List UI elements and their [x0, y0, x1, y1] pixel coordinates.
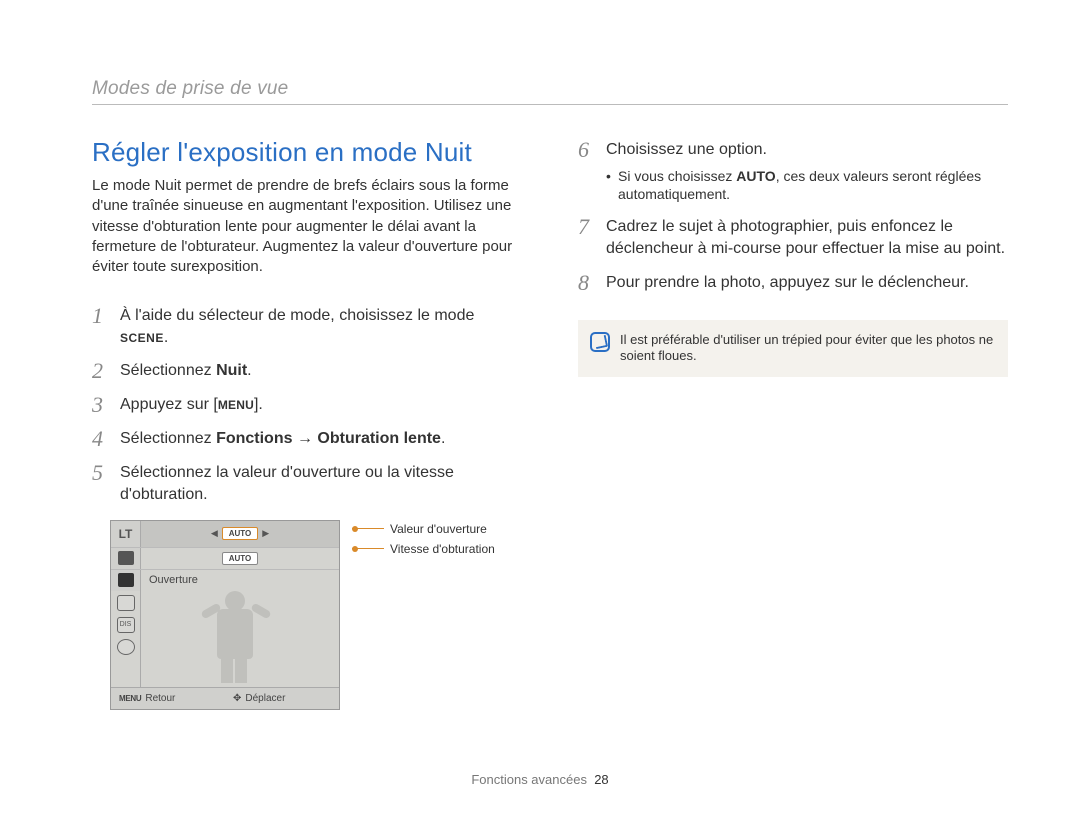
- scene-badge: SCENE: [120, 329, 164, 346]
- right-column: 6 Choisissez une option. Si vous choisis…: [578, 137, 1008, 710]
- intro-paragraph: Le mode Nuit permet de prendre de brefs …: [92, 176, 522, 277]
- camera-figure: LT ◀ AUTO ▶ AUTO Ouverture: [110, 520, 522, 710]
- step-8: 8 Pour prendre la photo, appuyez sur le …: [578, 270, 1008, 294]
- step-2: 2 Sélectionnez Nuit.: [92, 358, 522, 382]
- frame-icon: [117, 595, 135, 611]
- annotation-label: Vitesse d'obturation: [390, 542, 495, 556]
- step-number: 6: [578, 137, 596, 161]
- note-box: Il est préférable d'utiliser un trépied …: [578, 320, 1008, 378]
- page-number: 28: [594, 772, 608, 787]
- mode-icon: [118, 551, 134, 565]
- step-3: 3 Appuyez sur [MENU].: [92, 392, 522, 416]
- camera-body: DIS: [111, 591, 339, 687]
- chevron-left-icon: ◀: [211, 528, 218, 539]
- step-number: 4: [92, 426, 110, 450]
- steps-list-right: 6 Choisissez une option. Si vous choisis…: [578, 137, 1008, 294]
- content-columns: Régler l'exposition en mode Nuit Le mode…: [92, 137, 1008, 710]
- page-footer: Fonctions avancées 28: [0, 772, 1080, 787]
- camera-footer: MENU Retour ✥ Déplacer: [111, 687, 339, 709]
- camera-screen-illustration: LT ◀ AUTO ▶ AUTO Ouverture: [110, 520, 340, 710]
- breadcrumb: Modes de prise de vue: [92, 78, 1008, 100]
- step-6: 6 Choisissez une option. Si vous choisis…: [578, 137, 1008, 204]
- menu-badge: MENU: [218, 398, 254, 412]
- shutter-row: AUTO: [111, 547, 339, 569]
- annotation-aperture: Valeur d'ouverture: [352, 522, 495, 536]
- note-icon: [590, 332, 610, 352]
- annotation-shutter: Vitesse d'obturation: [352, 542, 495, 556]
- ouverture-row: Ouverture: [111, 569, 339, 591]
- leader-line: [352, 548, 384, 549]
- leader-line: [352, 528, 384, 529]
- lt-badge: LT: [111, 521, 141, 547]
- step-text: À l'aide du sélecteur de mode, choisisse…: [120, 303, 522, 348]
- aperture-selector: ◀ AUTO ▶: [141, 521, 339, 547]
- row-icon-cell: [111, 548, 141, 569]
- step-number: 2: [92, 358, 110, 382]
- step-text: Appuyez sur [MENU].: [120, 392, 263, 416]
- step-text: Sélectionnez Fonctions → Obturation lent…: [120, 426, 445, 450]
- footer-deplacer: ✥ Déplacer: [225, 693, 339, 704]
- step-number: 5: [92, 460, 110, 484]
- step-number: 7: [578, 214, 596, 238]
- shutter-auto: AUTO: [141, 552, 339, 564]
- step-6-sub-bullet: Si vous choisissez AUTO, ces deux valeur…: [606, 167, 1008, 205]
- camera-topbar: LT ◀ AUTO ▶: [111, 521, 339, 547]
- step-number: 8: [578, 270, 596, 294]
- person-silhouette: [201, 589, 271, 685]
- footer-section: Fonctions avancées: [471, 772, 587, 787]
- camera-icon-column: DIS: [111, 591, 141, 687]
- step-text: Sélectionnez la valeur d'ouverture ou la…: [120, 460, 522, 505]
- menu-mini-icon: MENU: [119, 694, 141, 703]
- page-header: Modes de prise de vue: [92, 78, 1008, 105]
- left-column: Régler l'exposition en mode Nuit Le mode…: [92, 137, 522, 710]
- step-5: 5 Sélectionnez la valeur d'ouverture ou …: [92, 460, 522, 505]
- annotation-label: Valeur d'ouverture: [390, 522, 487, 536]
- gear-icon: [117, 639, 135, 655]
- step-1: 1 À l'aide du sélecteur de mode, choisis…: [92, 303, 522, 348]
- footer-retour: MENU Retour: [111, 693, 225, 704]
- header-divider: [92, 104, 1008, 105]
- section-title: Régler l'exposition en mode Nuit: [92, 137, 522, 168]
- step-text: Sélectionnez Nuit.: [120, 358, 252, 382]
- retour-label: Retour: [145, 693, 175, 704]
- row-icon-cell: [111, 570, 141, 591]
- step-text: Choisissez une option. Si vous choisisse…: [606, 137, 1008, 204]
- step-7: 7 Cadrez le sujet à photographier, puis …: [578, 214, 1008, 259]
- step-number: 1: [92, 303, 110, 327]
- figure-annotations: Valeur d'ouverture Vitesse d'obturation: [352, 520, 495, 556]
- deplacer-label: Déplacer: [245, 693, 285, 704]
- step-number: 3: [92, 392, 110, 416]
- chevron-right-icon: ▶: [262, 528, 269, 539]
- steps-list-left: 1 À l'aide du sélecteur de mode, choisis…: [92, 303, 522, 505]
- note-text: Il est préférable d'utiliser un trépied …: [620, 332, 994, 366]
- step-text: Cadrez le sujet à photographier, puis en…: [606, 214, 1008, 259]
- step-text: Pour prendre la photo, appuyez sur le dé…: [606, 270, 969, 294]
- dis-icon: DIS: [117, 617, 135, 633]
- step-4: 4 Sélectionnez Fonctions → Obturation le…: [92, 426, 522, 450]
- ouverture-label: Ouverture: [141, 574, 339, 586]
- auto-pill: AUTO: [222, 527, 259, 540]
- nav-diamond-icon: ✥: [233, 693, 241, 704]
- aperture-icon: [118, 573, 134, 587]
